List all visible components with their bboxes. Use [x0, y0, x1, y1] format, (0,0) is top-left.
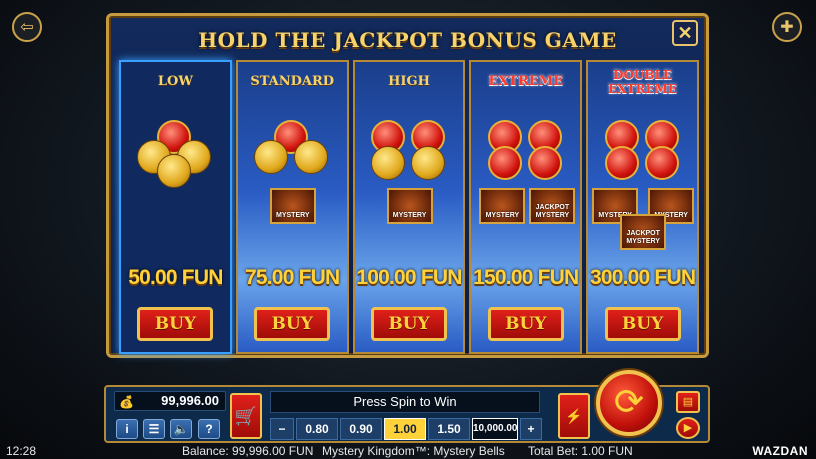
coin-stack: [367, 120, 451, 190]
red-bell-coin-icon: [527, 146, 562, 180]
red-bell-coin-icon: [644, 146, 679, 180]
bet-option-selected[interactable]: 1.00: [384, 418, 426, 440]
autoplay-icon: ▤: [682, 396, 694, 408]
mystery-symbol-icon: MYSTERY: [269, 188, 316, 224]
mystery-symbol-icon: MYSTERY: [479, 188, 526, 224]
turbo-icon: ⚡: [565, 408, 583, 424]
panel-title: HOLD THE JACKPOT BONUS GAME: [198, 28, 617, 52]
mystery-symbol-icon: MYSTERY: [386, 188, 433, 224]
option-label: EXTREME: [488, 74, 564, 89]
option-label: DOUBLE EXTREME: [608, 68, 678, 96]
jackpot-mystery-symbol-icon: JACKPOT MYSTERY: [529, 188, 576, 224]
bet-selector: − 0.80 0.90 1.00 1.50 10,000.00 +: [270, 418, 542, 440]
gold-coin-icon: [410, 146, 445, 180]
option-low[interactable]: LOW 50.00 FUN BUY: [119, 60, 232, 354]
balance-value: 99,996.00: [161, 393, 219, 408]
cart-icon: 🛒: [234, 406, 258, 426]
coin-stack: [484, 120, 568, 190]
gold-coin-icon: [294, 140, 329, 174]
buy-button[interactable]: BUY: [487, 307, 564, 341]
option-label: HIGH: [388, 74, 430, 89]
status-balance: Balance: 99,996.00 FUN: [182, 444, 314, 458]
option-extreme[interactable]: EXTREME MYSTERY JACKPOT MYSTERY 150.00 F…: [469, 60, 583, 354]
game-name: Mystery Kingdom™: Mystery Bells: [322, 444, 505, 458]
close-button[interactable]: ✕: [672, 20, 698, 46]
bet-option[interactable]: 10,000.00: [472, 418, 518, 440]
play-button[interactable]: ▶: [676, 417, 700, 439]
autoplay-button[interactable]: ▤: [676, 391, 700, 413]
bet-option[interactable]: 0.80: [296, 418, 338, 440]
option-high[interactable]: HIGH MYSTERY 100.00 FUN BUY: [352, 60, 466, 354]
spin-button[interactable]: ⟳: [596, 370, 662, 436]
option-price: 100.00 FUN: [356, 266, 462, 289]
option-label: LOW: [157, 74, 193, 89]
buy-bonus-cart-button[interactable]: 🛒: [230, 393, 262, 439]
clock: 12:28: [6, 444, 37, 458]
option-double-extreme[interactable]: DOUBLE EXTREME MYSTERY MYSTERY JACKPOT M…: [586, 60, 699, 354]
gold-coin-icon: [370, 146, 405, 180]
buy-button[interactable]: BUY: [137, 307, 214, 341]
info-button[interactable]: i: [116, 419, 138, 439]
help-button[interactable]: ?: [198, 419, 220, 439]
option-label: STANDARD: [250, 74, 335, 89]
option-price: 75.00 FUN: [245, 266, 340, 289]
bet-option[interactable]: 1.50: [428, 418, 470, 440]
buy-button[interactable]: BUY: [254, 307, 331, 341]
sound-button[interactable]: 🔈: [170, 419, 192, 439]
menu-button[interactable]: ☰: [143, 419, 165, 439]
play-icon: ▶: [683, 422, 693, 434]
exit-icon[interactable]: ⇦: [12, 12, 42, 42]
coin-stack: [601, 120, 685, 190]
bonus-options: LOW 50.00 FUN BUY STANDARD MYSTERY 75.00…: [119, 60, 699, 354]
bet-increase-button[interactable]: +: [520, 418, 542, 440]
turbo-button[interactable]: ⚡: [558, 393, 590, 439]
buy-button[interactable]: BUY: [370, 307, 447, 341]
bonus-buy-panel: HOLD THE JACKPOT BONUS GAME ✕ LOW 50.00 …: [106, 13, 709, 358]
gold-coin-icon: [254, 140, 289, 174]
jackpot-mystery-symbol-icon: JACKPOT MYSTERY: [620, 214, 667, 250]
status-total-bet: Total Bet: 1.00 FUN: [528, 444, 633, 458]
status-bar: 12:28 Balance: 99,996.00 FUN Mystery Kin…: [0, 443, 816, 459]
message-box: Press Spin to Win: [270, 391, 540, 413]
spin-arrows-icon: ⟳: [613, 381, 645, 422]
fullscreen-icon[interactable]: ✚: [772, 12, 802, 42]
option-price: 300.00 FUN: [589, 266, 696, 289]
balance-display: 💰 99,996.00: [114, 391, 226, 411]
option-standard[interactable]: STANDARD MYSTERY 75.00 FUN BUY: [235, 60, 349, 354]
red-bell-coin-icon: [604, 146, 639, 180]
red-bell-coin-icon: [487, 146, 522, 180]
coin-stack: [250, 120, 334, 190]
brand-logo: WAZDAN: [752, 444, 808, 458]
option-price: 150.00 FUN: [473, 266, 579, 289]
plus-icon: +: [527, 422, 535, 436]
money-bag-icon: 💰: [119, 395, 134, 409]
option-price: 50.00 FUN: [128, 266, 223, 289]
coin-stack: [133, 120, 217, 190]
buy-button[interactable]: BUY: [604, 307, 681, 341]
bet-option[interactable]: 0.90: [340, 418, 382, 440]
bet-decrease-button[interactable]: −: [270, 418, 294, 440]
gold-coin-icon: [157, 154, 192, 188]
